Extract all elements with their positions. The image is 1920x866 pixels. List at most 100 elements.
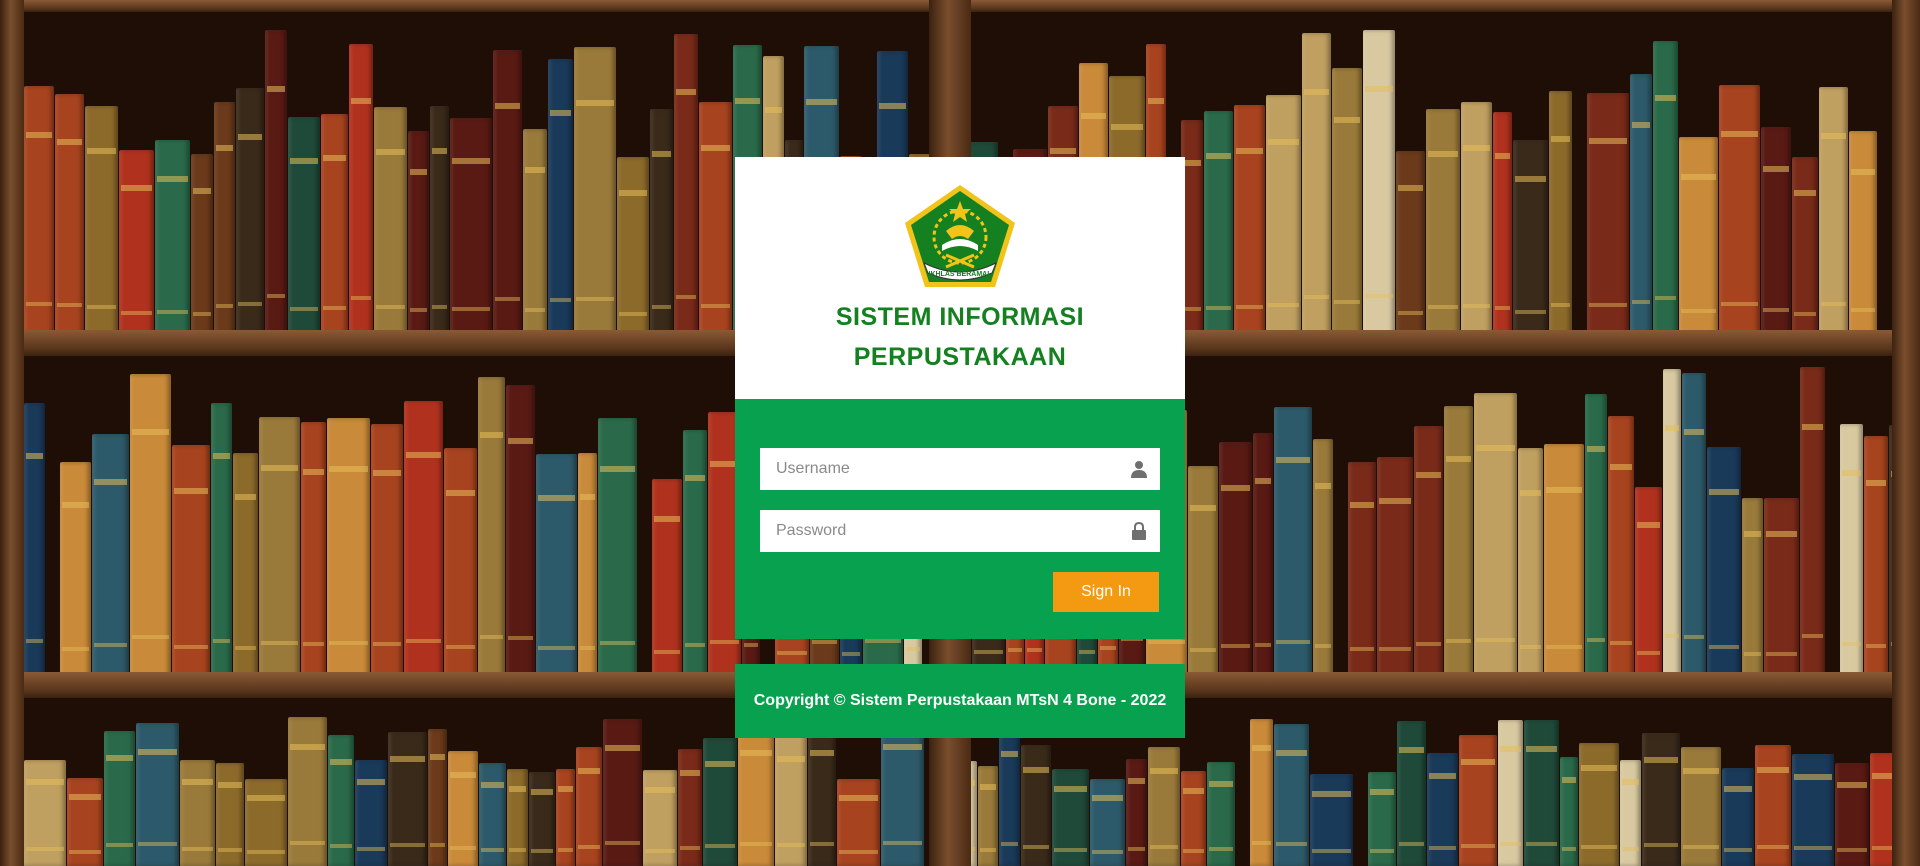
book-spine bbox=[321, 114, 348, 342]
book-spine bbox=[1513, 140, 1548, 342]
book-spine bbox=[60, 462, 91, 682]
book-spine bbox=[578, 453, 597, 682]
book-spine bbox=[1219, 442, 1252, 682]
book-spine bbox=[1835, 763, 1869, 866]
book-spine bbox=[428, 729, 447, 866]
book-spine bbox=[1679, 137, 1718, 342]
book-spine bbox=[643, 770, 677, 866]
book-spine bbox=[529, 772, 555, 866]
book-spine bbox=[216, 763, 244, 866]
book-spine bbox=[1250, 719, 1273, 866]
book-spine bbox=[1840, 424, 1863, 682]
book-spine bbox=[1761, 127, 1791, 342]
book-spine bbox=[1682, 373, 1706, 682]
sign-in-button[interactable]: Sign In bbox=[1053, 572, 1159, 612]
book-spine bbox=[674, 34, 698, 342]
book-spine bbox=[327, 418, 370, 682]
book-spine bbox=[881, 717, 924, 866]
book-spine bbox=[1663, 369, 1681, 682]
password-input[interactable] bbox=[760, 510, 1160, 552]
book-spine bbox=[775, 732, 807, 866]
book-spine bbox=[536, 454, 577, 682]
book-spine bbox=[119, 150, 154, 342]
book-spine bbox=[703, 738, 737, 866]
book-spine bbox=[1792, 754, 1834, 866]
book-spine bbox=[1620, 760, 1641, 866]
book-spine bbox=[506, 385, 535, 682]
book-spine bbox=[556, 769, 575, 866]
book-spine bbox=[548, 59, 573, 342]
book-spine bbox=[288, 717, 327, 866]
book-spine bbox=[699, 102, 732, 342]
book-spine bbox=[180, 760, 215, 866]
book-spine bbox=[1332, 68, 1362, 342]
password-field-wrapper bbox=[760, 510, 1160, 552]
book-spine bbox=[67, 778, 103, 866]
book-spine bbox=[1427, 753, 1458, 866]
logo-motto: IKHLAS BERAMAL bbox=[929, 271, 993, 278]
book-spine bbox=[404, 401, 443, 682]
book-spine bbox=[301, 422, 326, 682]
book-spine bbox=[978, 766, 998, 866]
book-spine bbox=[1474, 393, 1517, 682]
book-spine bbox=[576, 747, 602, 866]
book-spine bbox=[617, 157, 649, 342]
page-title: SISTEM INFORMASI PERPUSTAKAAN bbox=[735, 297, 1185, 377]
book-spine bbox=[1560, 757, 1578, 866]
copyright-text: Copyright © Sistem Perpustakaan MTsN 4 B… bbox=[753, 692, 1167, 709]
book-spine bbox=[355, 760, 387, 866]
book-spine bbox=[1459, 735, 1497, 866]
book-spine bbox=[1021, 745, 1051, 866]
book-spine bbox=[652, 479, 682, 682]
book-spine bbox=[245, 779, 287, 866]
book-spine bbox=[349, 44, 373, 342]
lock-icon bbox=[1132, 522, 1146, 540]
book-spine bbox=[1755, 745, 1791, 866]
user-icon bbox=[1131, 461, 1147, 478]
username-field-wrapper bbox=[760, 448, 1160, 490]
book-spine bbox=[371, 424, 403, 682]
book-spine bbox=[130, 374, 171, 682]
book-spine bbox=[104, 731, 135, 866]
book-spine bbox=[479, 763, 506, 866]
book-spine bbox=[24, 760, 66, 866]
username-input[interactable] bbox=[760, 448, 1160, 490]
book-spine bbox=[1396, 151, 1425, 342]
book-spine bbox=[1524, 720, 1559, 866]
book-spine bbox=[1348, 462, 1376, 682]
book-spine bbox=[265, 30, 287, 342]
book-spine bbox=[999, 726, 1020, 866]
book-spine bbox=[1722, 768, 1754, 866]
book-spine bbox=[1253, 433, 1273, 682]
book-spine bbox=[1204, 111, 1233, 342]
copyright-footer: Copyright © Sistem Perpustakaan MTsN 4 B… bbox=[735, 664, 1185, 738]
book-spine bbox=[1274, 724, 1309, 866]
book-spine bbox=[1207, 762, 1235, 866]
book-spine bbox=[603, 719, 642, 866]
book-spine bbox=[837, 779, 880, 866]
book-spine bbox=[374, 107, 407, 342]
book-spine bbox=[1090, 779, 1125, 866]
book-spine bbox=[288, 117, 320, 342]
book-spine bbox=[683, 430, 707, 682]
book-spine bbox=[408, 131, 429, 342]
book-spine bbox=[1800, 367, 1825, 682]
book-spine bbox=[1653, 41, 1678, 342]
book-spine bbox=[1849, 131, 1877, 342]
book-spine bbox=[259, 417, 300, 682]
shelf-post bbox=[0, 0, 24, 866]
title-line-2: PERPUSTAKAAN bbox=[853, 343, 1067, 371]
book-spine bbox=[1181, 771, 1206, 866]
book-spine bbox=[1518, 448, 1543, 682]
book-spine bbox=[1426, 109, 1460, 342]
book-spine bbox=[493, 50, 522, 342]
book-spine bbox=[1742, 498, 1763, 682]
book-spine bbox=[1234, 105, 1265, 342]
book-spine bbox=[1549, 91, 1572, 342]
book-spine bbox=[1585, 394, 1607, 682]
book-spine bbox=[172, 445, 210, 682]
book-spine bbox=[1544, 444, 1584, 682]
book-spine bbox=[1302, 33, 1331, 342]
book-spine bbox=[211, 403, 232, 682]
book-spine bbox=[450, 118, 492, 342]
